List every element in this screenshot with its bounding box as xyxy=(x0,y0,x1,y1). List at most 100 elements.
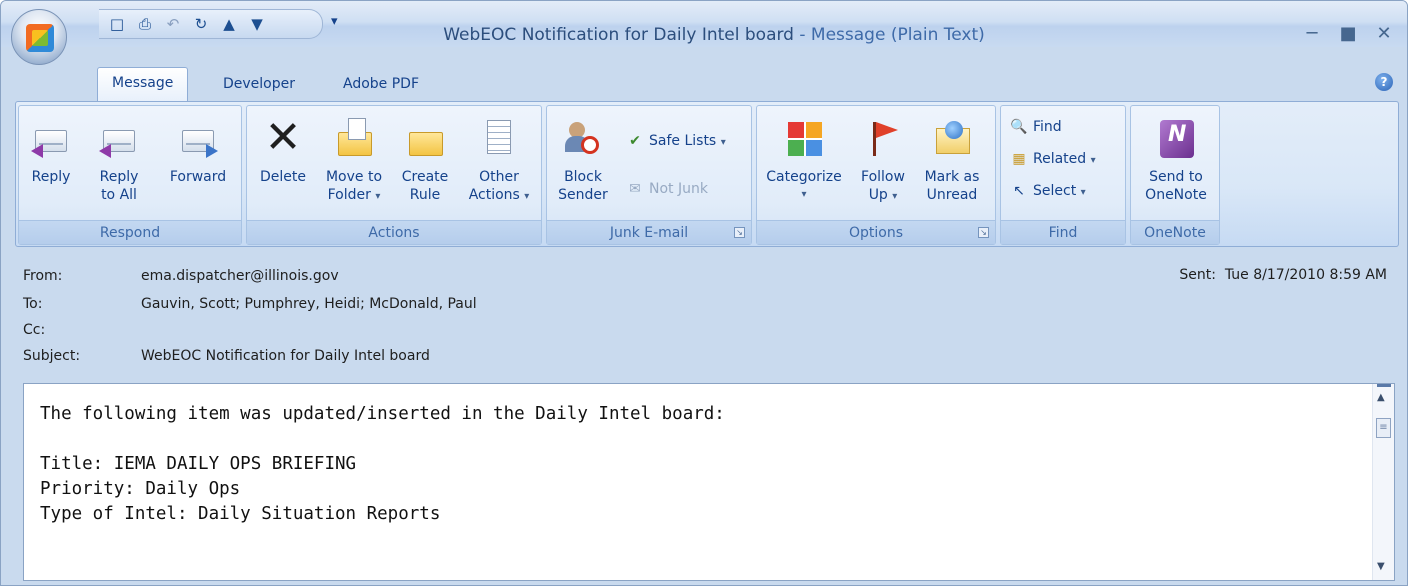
select-label: Select xyxy=(1033,183,1077,199)
scrollbar-split-handle[interactable] xyxy=(1377,384,1391,387)
window-title-type: - Message (Plain Text) xyxy=(793,25,985,45)
tab-message[interactable]: Message xyxy=(97,67,189,102)
mark-as-unread-button[interactable]: Mark as Unread xyxy=(917,114,987,216)
other-actions-label-2: Actions xyxy=(468,187,520,203)
group-onenote: Send to OneNote OneNote xyxy=(1130,105,1220,245)
block-sender-button[interactable]: Block Sender xyxy=(553,114,613,216)
reply-all-icon xyxy=(99,118,139,158)
categorize-icon xyxy=(784,118,824,158)
ribbon: Reply Reply to All Forward Respond ✕ Del… xyxy=(15,101,1399,247)
binoculars-icon: 🔍 xyxy=(1010,119,1028,135)
move-to-folder-dropdown-icon: ▾ xyxy=(375,191,381,202)
maximize-button[interactable]: ■ xyxy=(1333,23,1363,45)
reply-all-button[interactable]: Reply to All xyxy=(89,114,149,216)
reply-all-label-2: to All xyxy=(101,187,137,203)
ribbon-tabs: Message Developer Adobe PDF ? xyxy=(1,63,1407,102)
related-dropdown-icon: ▾ xyxy=(1090,155,1096,166)
office-button[interactable] xyxy=(11,9,67,65)
sent-label: Sent: xyxy=(1179,267,1216,283)
minimize-button[interactable]: ─ xyxy=(1297,23,1327,45)
group-find-label: Find xyxy=(1001,220,1125,244)
tab-developer[interactable]: Developer xyxy=(209,69,309,101)
group-find: 🔍 Find ▦ Related ▾ ↖ Select ▾ Find xyxy=(1000,105,1126,245)
safe-lists-icon: ✔ xyxy=(629,133,641,149)
scroll-down-icon[interactable]: ▼ xyxy=(1377,561,1385,572)
sent-value: Tue 8/17/2010 8:59 AM xyxy=(1224,267,1387,283)
select-dropdown-icon: ▾ xyxy=(1080,187,1086,198)
delete-label: Delete xyxy=(260,169,306,185)
select-button[interactable]: ↖ Select ▾ xyxy=(1009,178,1086,204)
scrollbar-thumb[interactable]: ≡ xyxy=(1376,418,1391,438)
close-button[interactable]: ✕ xyxy=(1369,23,1399,45)
from-label: From: xyxy=(23,268,63,284)
group-actions-label: Actions xyxy=(247,220,541,244)
junk-email-dialog-launcher-icon[interactable]: ↘ xyxy=(734,227,745,238)
block-sender-icon xyxy=(563,118,603,158)
scroll-up-icon[interactable]: ▲ xyxy=(1377,392,1385,403)
send-to-onenote-label-2: OneNote xyxy=(1145,187,1207,203)
body-line: The following item was updated/inserted … xyxy=(40,404,725,424)
delete-button[interactable]: ✕ Delete xyxy=(253,114,313,216)
mark-as-unread-label-2: Unread xyxy=(926,187,978,203)
cursor-icon: ↖ xyxy=(1013,183,1025,199)
body-line: Title: IEMA DAILY OPS BRIEFING xyxy=(40,454,357,474)
follow-up-label-1: Follow xyxy=(861,169,905,185)
group-actions: ✕ Delete Move to Folder ▾ Create Rule Ot… xyxy=(246,105,542,245)
to-label: To: xyxy=(23,296,43,312)
create-rule-button[interactable]: Create Rule xyxy=(395,114,455,216)
other-actions-button[interactable]: Other Actions ▾ xyxy=(461,114,537,216)
sent-info: Sent: Tue 8/17/2010 8:59 AM xyxy=(1179,267,1387,283)
categorize-dropdown-icon: ▾ xyxy=(801,189,807,200)
related-icon: ▦ xyxy=(1012,151,1026,167)
find-button[interactable]: 🔍 Find xyxy=(1009,114,1062,140)
tab-adobe-pdf[interactable]: Adobe PDF xyxy=(329,69,433,101)
mark-as-unread-label-1: Mark as xyxy=(924,169,980,185)
group-respond: Reply Reply to All Forward Respond xyxy=(18,105,242,245)
office-logo-icon xyxy=(26,24,54,52)
not-junk-button[interactable]: ✉ Not Junk xyxy=(625,176,708,202)
title-bar: □ ⎙ ↶ ↻ ▲ ▼ ▾ WebEOC Notification for Da… xyxy=(1,1,1407,47)
window-title-subject: WebEOC Notification for Daily Intel boar… xyxy=(443,25,794,45)
not-junk-label: Not Junk xyxy=(649,181,708,197)
group-options-label: Options xyxy=(757,220,995,244)
reply-button[interactable]: Reply xyxy=(25,114,77,216)
options-dialog-launcher-icon[interactable]: ↘ xyxy=(978,227,989,238)
message-body[interactable]: The following item was updated/inserted … xyxy=(23,383,1395,581)
follow-up-button[interactable]: Follow Up ▾ xyxy=(853,114,913,216)
send-to-onenote-button[interactable]: Send to OneNote xyxy=(1137,114,1215,216)
body-line: Priority: Daily Ops xyxy=(40,479,241,499)
other-actions-icon xyxy=(479,118,519,158)
block-sender-label-1: Block xyxy=(564,169,602,185)
categorize-button[interactable]: Categorize ▾ xyxy=(761,114,847,216)
reply-all-label-1: Reply xyxy=(99,169,139,185)
send-to-onenote-label-1: Send to xyxy=(1149,169,1203,185)
group-junk-email: Block Sender ✔ Safe Lists ▾ ✉ Not Junk Jun… xyxy=(546,105,752,245)
forward-button[interactable]: Forward xyxy=(161,114,235,216)
cc-label: Cc: xyxy=(23,322,46,338)
from-value[interactable]: ema.dispatcher@illinois.gov xyxy=(141,265,339,287)
move-to-folder-button[interactable]: Move to Folder ▾ xyxy=(317,114,391,216)
not-junk-icon: ✉ xyxy=(629,181,641,197)
help-icon[interactable]: ? xyxy=(1375,73,1393,91)
move-to-folder-icon xyxy=(334,118,374,158)
subject-value: WebEOC Notification for Daily Intel boar… xyxy=(141,348,430,364)
mark-as-unread-icon xyxy=(932,118,972,158)
to-value[interactable]: Gauvin, Scott; Pumphrey, Heidi; McDonald… xyxy=(141,293,477,315)
group-options: Categorize ▾ Follow Up ▾ Mark as Unread … xyxy=(756,105,996,245)
vertical-scrollbar[interactable]: ▲ ≡ ▼ xyxy=(1372,384,1394,580)
safe-lists-dropdown-icon: ▾ xyxy=(720,137,726,148)
follow-up-flag-icon xyxy=(863,118,903,158)
related-button[interactable]: ▦ Related ▾ xyxy=(1009,146,1096,172)
other-actions-label-1: Other xyxy=(479,169,519,185)
follow-up-label-2: Up xyxy=(868,187,888,203)
window-title: WebEOC Notification for Daily Intel boar… xyxy=(1,25,1407,45)
move-to-folder-label-1: Move to xyxy=(325,169,383,185)
safe-lists-button[interactable]: ✔ Safe Lists ▾ xyxy=(625,128,726,154)
categorize-label: Categorize xyxy=(766,169,842,185)
body-line xyxy=(40,427,725,452)
related-label: Related xyxy=(1033,151,1087,167)
create-rule-label-2: Rule xyxy=(409,187,441,203)
onenote-icon xyxy=(1156,118,1196,158)
group-respond-label: Respond xyxy=(19,220,241,244)
find-label: Find xyxy=(1033,119,1062,135)
